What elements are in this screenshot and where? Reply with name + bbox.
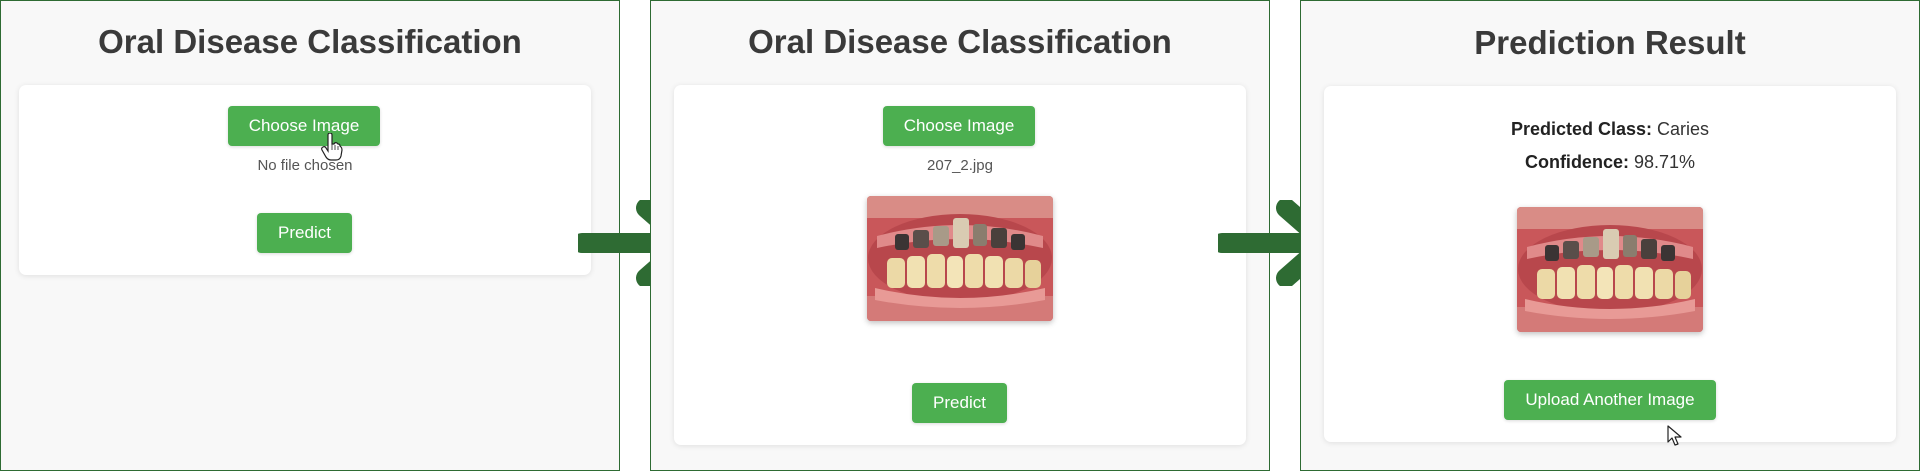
upload-card: Choose Image No file chosen Predict	[19, 85, 591, 275]
upload-card: Choose Image 207_2.jpg Predict	[674, 85, 1246, 445]
panel-prediction-result: Prediction Result Predicted Class: Carie…	[1300, 0, 1920, 471]
pointer-cursor-icon	[1667, 425, 1682, 446]
panel-upload-empty: Oral Disease Classification Choose Image…	[0, 0, 620, 471]
result-image	[1517, 207, 1703, 332]
upload-another-button[interactable]: Upload Another Image	[1504, 380, 1716, 420]
teeth-photo-icon	[867, 196, 1053, 321]
result-card: Predicted Class: Caries Confidence: 98.7…	[1324, 86, 1896, 442]
teeth-photo-icon	[1517, 207, 1703, 332]
hand-cursor-icon	[321, 133, 343, 161]
predict-button[interactable]: Predict	[257, 213, 352, 253]
image-preview	[867, 196, 1053, 321]
confidence-label: Confidence:	[1524, 152, 1629, 172]
choose-image-button[interactable]: Choose Image	[228, 106, 380, 146]
panel-upload-selected: Oral Disease Classification Choose Image…	[650, 0, 1270, 471]
file-status-text: No file chosen	[257, 157, 353, 174]
confidence-line: Confidence: 98.71%	[1324, 152, 1896, 173]
file-status-text: 207_2.jpg	[927, 157, 993, 174]
predicted-class-value: Caries	[1657, 119, 1710, 139]
page-title: Oral Disease Classification	[748, 23, 1172, 60]
page-title: Prediction Result	[1474, 24, 1746, 61]
page-title: Oral Disease Classification	[98, 23, 522, 60]
predicted-class-label: Predicted Class:	[1510, 119, 1653, 139]
predict-button[interactable]: Predict	[912, 383, 1007, 423]
predicted-class-line: Predicted Class: Caries	[1324, 119, 1896, 140]
confidence-value: 98.71%	[1633, 152, 1696, 172]
choose-image-button[interactable]: Choose Image	[883, 106, 1035, 146]
